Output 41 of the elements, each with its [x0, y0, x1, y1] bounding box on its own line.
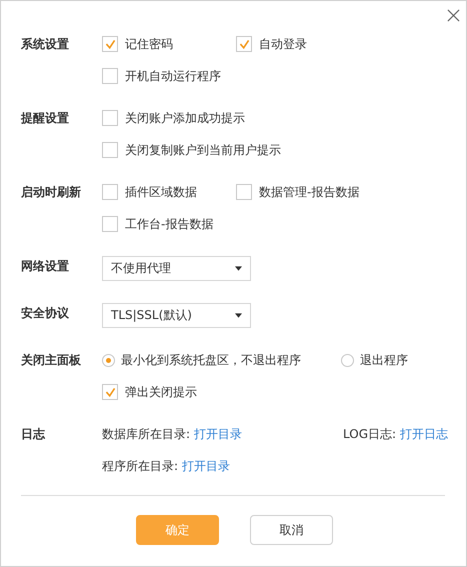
checkbox-label: 开机自动运行程序 — [125, 68, 221, 84]
checkbox[interactable] — [102, 110, 118, 126]
caret-icon — [235, 266, 242, 271]
caret-icon — [235, 313, 242, 318]
radio-button[interactable] — [102, 354, 115, 366]
radio-label: 退出程序 — [360, 352, 408, 368]
path-label: 程序所在目录: — [102, 458, 178, 474]
dropdown[interactable]: 不使用代理 — [102, 256, 251, 281]
checkbox[interactable] — [102, 68, 118, 84]
checkbox[interactable] — [102, 384, 118, 400]
section-label: 系统设置 — [21, 36, 69, 53]
open-link[interactable]: 打开目录 — [182, 458, 230, 474]
section-label: 网络设置 — [21, 258, 69, 275]
section-label: 日志 — [21, 426, 45, 443]
section-label: 启动时刷新 — [21, 184, 81, 201]
radio-label: 最小化到系统托盘区，不退出程序 — [121, 352, 301, 368]
section-label: 安全协议 — [21, 305, 69, 322]
checkbox-label: 数据管理-报告数据 — [259, 184, 360, 200]
checkbox[interactable] — [102, 142, 118, 158]
dropdown[interactable]: TLS|SSL(默认) — [102, 303, 251, 328]
checkbox[interactable] — [102, 36, 118, 52]
checkbox-label: 弹出关闭提示 — [125, 384, 197, 400]
cancel-button[interactable]: 取消 — [250, 515, 333, 545]
checkbox[interactable] — [102, 216, 118, 232]
open-link[interactable]: 打开目录 — [194, 426, 242, 442]
checkbox[interactable] — [102, 184, 118, 200]
checkbox-label: 关闭复制账户到当前用户提示 — [125, 142, 281, 158]
checkbox[interactable] — [236, 36, 252, 52]
open-link[interactable]: 打开日志 — [400, 426, 448, 442]
checkbox[interactable] — [236, 184, 252, 200]
path-label: LOG日志: — [343, 426, 396, 442]
section-label: 关闭主面板 — [21, 352, 81, 369]
checkbox-label: 自动登录 — [259, 36, 307, 52]
checkbox-label: 关闭账户添加成功提示 — [125, 110, 245, 126]
checkbox-label: 插件区域数据 — [125, 184, 197, 200]
close-icon[interactable] — [447, 9, 460, 22]
path-label: 数据库所在目录: — [102, 426, 190, 442]
radio-button[interactable] — [341, 354, 354, 366]
section-label: 提醒设置 — [21, 110, 69, 127]
checkbox-label: 记住密码 — [125, 36, 173, 52]
checkbox-label: 工作台-报告数据 — [125, 216, 214, 232]
